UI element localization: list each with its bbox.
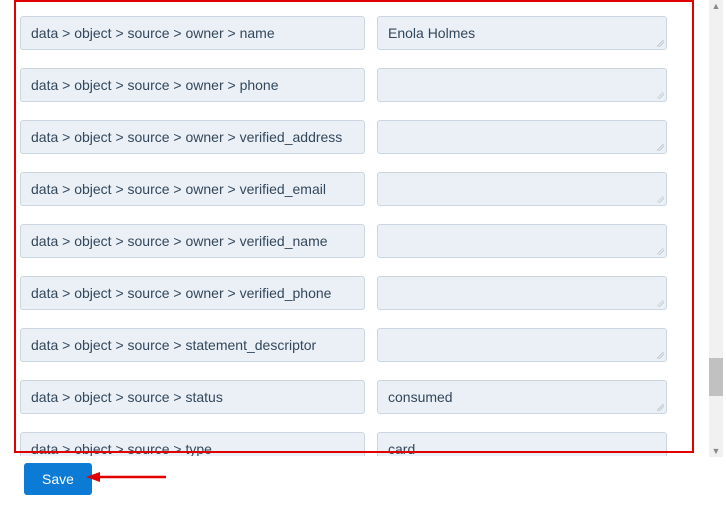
field-path-input[interactable]: data > object > source > owner > verifie… — [20, 120, 365, 154]
field-row: data > object > source > type card — [20, 432, 690, 456]
scrollbar-arrow-up-icon[interactable]: ▲ — [709, 0, 723, 12]
field-value-input[interactable] — [377, 276, 667, 310]
field-path-input[interactable]: data > object > source > owner > verifie… — [20, 276, 365, 310]
field-row: data > object > source > owner > verifie… — [20, 172, 690, 206]
field-value-input[interactable] — [377, 68, 667, 102]
field-value-input[interactable] — [377, 120, 667, 154]
field-row: data > object > source > owner > verifie… — [20, 224, 690, 258]
annotation-arrow-icon — [86, 470, 166, 484]
field-row: data > object > source > owner > phone — [20, 68, 690, 102]
field-value-input[interactable]: consumed — [377, 380, 667, 414]
field-row: data > object > source > owner > verifie… — [20, 276, 690, 310]
field-path-input[interactable]: data > object > source > statement_descr… — [20, 328, 365, 362]
save-button[interactable]: Save — [24, 463, 92, 495]
field-path-input[interactable]: data > object > source > owner > name — [20, 16, 365, 50]
field-path-input[interactable]: data > object > source > owner > phone — [20, 68, 365, 102]
field-value-input[interactable]: card — [377, 432, 667, 456]
field-path-input[interactable]: data > object > source > owner > verifie… — [20, 224, 365, 258]
field-row: data > object > source > owner > verifie… — [20, 120, 690, 154]
field-value-input[interactable] — [377, 328, 667, 362]
field-path-input[interactable]: data > object > source > status — [20, 380, 365, 414]
scrollbar-arrow-down-icon[interactable]: ▼ — [709, 445, 723, 457]
field-path-input[interactable]: data > object > source > type — [20, 432, 365, 456]
form-scroll-area[interactable]: data > object > source > owner > name Eno… — [0, 0, 710, 456]
scrollbar-thumb[interactable] — [709, 358, 723, 396]
field-path-input[interactable]: data > object > source > owner > verifie… — [20, 172, 365, 206]
field-row: data > object > source > owner > name Eno… — [20, 16, 690, 50]
field-value-input[interactable] — [377, 224, 667, 258]
field-rows-container: data > object > source > owner > name Eno… — [0, 0, 710, 456]
field-row: data > object > source > statement_descr… — [20, 328, 690, 362]
field-row: data > object > source > status consumed — [20, 380, 690, 414]
field-value-input[interactable]: Enola Holmes — [377, 16, 667, 50]
field-value-input[interactable] — [377, 172, 667, 206]
